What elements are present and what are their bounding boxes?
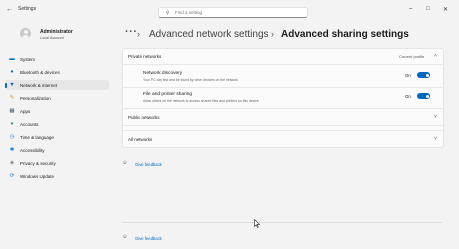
file-printer-sharing-state: On [405, 94, 411, 99]
shield-icon: ◈ [9, 160, 15, 166]
sidebar-item-personalization[interactable]: ✎ Personalization [5, 93, 109, 103]
sidebar-item-label: Network & internet [20, 82, 58, 88]
sidebar-item-label: Privacy & security [20, 160, 56, 166]
current-profile-label: Current profile [399, 54, 425, 59]
public-networks-card[interactable]: Public networks ˅ [122, 108, 444, 126]
mouse-cursor-icon [254, 219, 260, 228]
network-discovery-toggle[interactable] [417, 72, 430, 78]
network-discovery-state: On [405, 73, 411, 78]
profile-subtitle: Local Account [40, 36, 64, 40]
wifi-icon: ▼ [9, 82, 15, 88]
divider [123, 64, 443, 65]
sidebar-item-label: Personalization [20, 95, 51, 101]
sidebar-item-label: Apps [20, 108, 31, 114]
sidebar-item-label: System [20, 56, 36, 62]
breadcrumb-parent-link[interactable]: Advanced network settings [149, 29, 269, 40]
network-discovery-title: Network discovery [143, 71, 183, 76]
sidebar-item-accounts[interactable]: ● Accounts [5, 119, 109, 129]
feedback-icon: ☺ [122, 234, 128, 240]
feedback-icon: ☺ [122, 160, 128, 166]
search-input[interactable]: ⚲ Find a setting [158, 7, 308, 18]
breadcrumb-more-button[interactable]: ··· [125, 26, 138, 38]
sidebar-item-accessibility[interactable]: ✱ Accessibility [5, 145, 109, 155]
monitor-icon: ▬ [9, 56, 15, 62]
accessibility-icon: ✱ [9, 147, 15, 153]
all-networks-card[interactable]: All networks ˅ [122, 130, 444, 148]
page-title: Advanced sharing settings [281, 29, 409, 40]
divider [123, 87, 443, 88]
sidebar-item-label: Accessibility [20, 147, 45, 153]
sidebar-item-system[interactable]: ▬ System [5, 54, 109, 64]
private-networks-title: Private networks [128, 53, 162, 59]
private-networks-header[interactable]: Private networks Current profile ˄ [123, 49, 443, 62]
sidebar-item-label: Bluetooth & devices [20, 69, 60, 75]
active-indicator [5, 82, 7, 88]
footer-divider [122, 222, 442, 223]
brush-icon: ✎ [9, 95, 15, 101]
back-arrow-icon[interactable]: ← [6, 6, 13, 13]
chevron-down-icon: ˅ [434, 114, 437, 120]
sidebar-item-windows-update[interactable]: ⟳ Windows Update [5, 171, 109, 181]
sidebar-item-label: Windows Update [20, 173, 55, 179]
network-discovery-description: Your PC can find and be found by other d… [143, 77, 238, 82]
search-placeholder: Find a setting [175, 10, 203, 16]
maximize-button[interactable]: □ [426, 6, 430, 12]
person-icon: ● [10, 121, 14, 127]
all-networks-title: All networks [128, 136, 153, 142]
sidebar-item-label: Accounts [20, 121, 39, 127]
breadcrumb-separator: › [271, 29, 274, 39]
sidebar-item-privacy[interactable]: ◈ Privacy & security [5, 158, 109, 168]
apps-icon: ▦ [9, 108, 15, 114]
give-feedback-label: Give feedback [135, 161, 162, 167]
close-button[interactable]: ✕ [443, 6, 448, 13]
app-title: Settings [18, 6, 37, 12]
bluetooth-icon: ● [10, 69, 14, 75]
profile-name: Administrator [40, 29, 73, 35]
sidebar-item-bluetooth[interactable]: ● Bluetooth & devices [5, 67, 109, 77]
sidebar-item-label: Time & language [20, 134, 54, 140]
public-networks-title: Public networks [128, 114, 160, 120]
file-printer-sharing-toggle[interactable] [417, 93, 430, 99]
search-icon: ⚲ [166, 10, 170, 15]
chevron-up-icon: ˄ [434, 53, 437, 59]
title-bar: ← Settings ⚲ Find a setting – □ ✕ [0, 0, 459, 20]
sidebar-item-network[interactable]: ▼ Network & internet [5, 80, 109, 90]
sidebar-item-apps[interactable]: ▦ Apps [5, 106, 109, 116]
toggle-knob [425, 73, 429, 77]
file-printer-sharing-description: Allow others on the network to access sh… [143, 98, 259, 103]
sidebar-item-time-language[interactable]: ◷ Time & language [5, 132, 109, 142]
give-feedback-label: Give feedback [135, 235, 162, 241]
chevron-down-icon: ˅ [434, 136, 437, 142]
breadcrumb-separator: › [137, 29, 140, 39]
avatar-body [22, 35, 29, 39]
avatar[interactable] [20, 28, 31, 39]
avatar-head [23, 30, 28, 34]
file-printer-sharing-title: File and printer sharing [143, 92, 193, 97]
clock-globe-icon: ◷ [9, 134, 15, 140]
minimize-button[interactable]: – [409, 6, 412, 12]
toggle-knob [425, 94, 429, 98]
update-icon: ⟳ [9, 173, 15, 179]
